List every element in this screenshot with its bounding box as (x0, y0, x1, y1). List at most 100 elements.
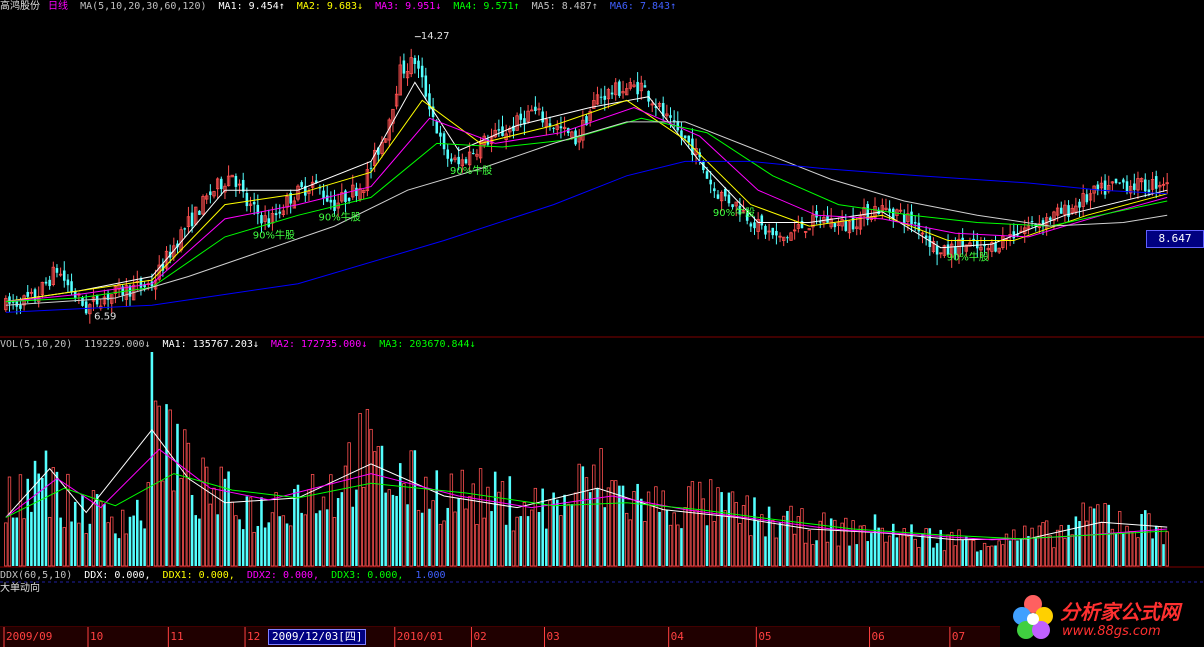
volume-bar (1085, 520, 1089, 567)
volume-bar (446, 507, 450, 566)
volume-bar (654, 486, 658, 567)
price-header: 高鸿股份 日线 MA(5,10,20,30,60,120) MA1: 9.454… (0, 1, 682, 13)
volume-bar (650, 504, 654, 567)
volume-bar (504, 524, 508, 566)
ma3-line (5, 106, 1168, 303)
candle-body (274, 213, 278, 216)
volume-bar (884, 541, 888, 567)
volume-bar (877, 527, 880, 566)
volume-bar (241, 529, 245, 566)
volume-bar (668, 524, 673, 567)
volume-bar (603, 507, 607, 566)
volume-bar (88, 523, 92, 566)
volume-bar (325, 509, 329, 566)
volume-bar (895, 537, 899, 566)
volume-bar (1107, 504, 1111, 566)
volume-bar (921, 534, 924, 566)
candlestick-series (4, 48, 1169, 324)
candle-body (669, 115, 672, 118)
volume-bar (198, 518, 201, 566)
candle-body (183, 228, 187, 230)
candle-body (325, 195, 329, 202)
volume-bar (898, 533, 903, 567)
candle-body (245, 192, 249, 207)
volume-bar (336, 498, 340, 566)
current-price-badge: 8.647 (1146, 230, 1204, 248)
candle-body (300, 182, 303, 187)
volume-bar (1037, 525, 1042, 567)
volume-bar (734, 502, 738, 567)
volume-bar (1158, 526, 1162, 567)
volume-bar (398, 463, 402, 566)
ddx1-value: DDX1: 0.000, (162, 570, 235, 581)
candle-body (924, 235, 928, 238)
volume-bar (855, 544, 859, 566)
volume-bar (866, 541, 869, 566)
volume-bar (230, 501, 234, 567)
volume-bar (143, 528, 146, 566)
date-tick-label: 2009/09 (6, 630, 52, 643)
volume-bar (103, 504, 106, 566)
volume-bar (457, 498, 460, 566)
ma1-value: MA1: 9.454↑ (218, 1, 285, 12)
ma2-line (5, 99, 1168, 303)
volume-bar (318, 510, 322, 566)
volume-bar (508, 476, 512, 566)
volume-bar (672, 512, 676, 567)
volume-bar (124, 533, 129, 567)
volume-bar (910, 524, 913, 566)
ma3-value: MA3: 9.951↓ (375, 1, 442, 12)
volume-bar (482, 517, 486, 567)
volume-bar (37, 473, 40, 566)
volume-bar (979, 550, 983, 566)
volume-bar (41, 477, 44, 566)
volume-bar (238, 519, 241, 566)
volume-bar (687, 486, 691, 567)
volume-bar (59, 517, 62, 566)
volume-bar (256, 525, 260, 566)
volume-bar (420, 512, 424, 566)
candle-body (198, 210, 201, 215)
volume-bar (961, 539, 964, 566)
logo-url: www.88gs.com (1062, 624, 1161, 639)
ma5-line (5, 121, 1168, 306)
volume-bar (1052, 547, 1056, 567)
date-tick-label: 02 (473, 630, 486, 643)
volume-bar (117, 538, 121, 566)
candle-body (402, 60, 406, 74)
volume-bar (490, 511, 493, 566)
volume-bar (1165, 531, 1169, 567)
candle-body (55, 268, 59, 273)
volume-bar (764, 536, 767, 566)
volume-bar (369, 428, 373, 567)
candle-body (683, 135, 687, 139)
volume-bar (753, 497, 756, 566)
volume-bar (201, 457, 205, 567)
flower-icon (1013, 595, 1053, 639)
volume-bar (66, 473, 70, 567)
candle-body (559, 126, 563, 129)
volume-bar (796, 516, 800, 567)
candle-body (643, 85, 647, 88)
volume-bar (873, 514, 877, 566)
volume-bar (1070, 534, 1074, 567)
chart-canvas[interactable]: 14.27 6.59 90%牛股 90%牛股 90%牛股 90%牛股 90%牛股 2009/… (0, 0, 1204, 647)
volume-bar (132, 515, 135, 566)
volume-bar (1041, 522, 1045, 567)
candle-body (716, 194, 720, 199)
candle-body (753, 222, 756, 229)
volume-bar (1048, 535, 1052, 567)
candle-body (599, 96, 603, 98)
volume-bar (81, 495, 84, 566)
candle-body (713, 188, 716, 192)
volume-bar (530, 509, 534, 567)
candle-body (519, 113, 523, 120)
candle-body (1030, 221, 1034, 223)
volume-bar (887, 535, 892, 567)
volume-bar (70, 521, 73, 566)
volume-bar (1114, 532, 1118, 566)
volume-bar (1081, 502, 1085, 567)
candle-body (731, 204, 734, 208)
volume-bar (136, 499, 139, 566)
volume-bar (467, 496, 472, 567)
